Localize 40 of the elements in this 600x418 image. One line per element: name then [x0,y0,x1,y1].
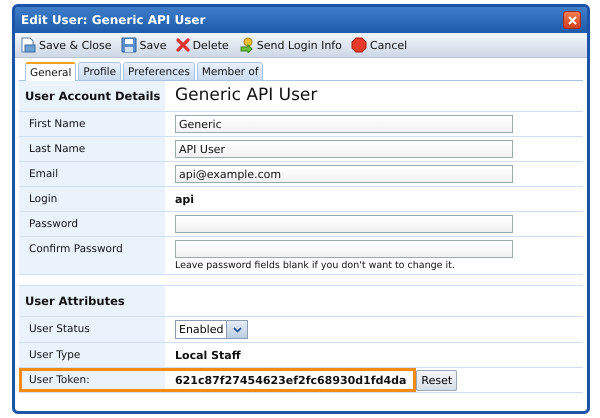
field-label: Confirm Password [19,237,165,274]
keys-arrow-icon [238,37,254,53]
close-button[interactable] [563,11,581,29]
text-field[interactable]: Generic [175,115,513,133]
toolbar-button[interactable]: Send Login Info [236,37,343,53]
caret-icon [232,326,242,332]
section-heading: User Account Details [19,81,165,111]
status-dropdown[interactable]: Enabled [175,320,248,339]
window-title: Edit User: Generic API User [21,13,206,27]
field-label: Email [19,162,165,186]
field-value: Local Staff [175,348,241,362]
user-name-heading: Generic API User [174,84,318,107]
text-field[interactable]: API User [175,140,513,158]
stop-icon [350,37,367,53]
hint-text: Leave password fields blank if you don't want to change it. [175,260,456,271]
cross-icon [176,38,190,52]
field-label: Password [19,212,165,236]
field-label: User Type [19,343,165,367]
tab[interactable]: Preferences [123,62,195,80]
field-label: Last Name [19,137,165,161]
token-value: 621c87f27454623ef2fc68930d1fd4da [175,374,406,386]
toolbar-button[interactable]: Cancel [350,37,408,53]
field-label: Login [19,187,165,211]
close-icon [568,16,576,24]
field-label: User Status [19,317,165,342]
text-field[interactable] [175,240,513,258]
tab[interactable]: General [25,62,76,81]
field-label: First Name [19,112,165,136]
toolbar-button[interactable]: Save [120,37,168,53]
text-field[interactable] [175,215,513,233]
document-icon [20,37,36,53]
tab[interactable]: Profile [78,62,122,80]
field-label: User Token: [19,368,165,392]
tab[interactable]: Member of [196,62,264,80]
toolbar-button[interactable]: Save & Close [19,37,113,53]
toolbar-button[interactable]: Delete [174,38,230,52]
reset-button[interactable]: Reset [416,370,458,390]
text-field[interactable]: api@example.com [175,165,513,183]
field-value: api [175,192,196,206]
section-heading: User Attributes [19,286,165,316]
